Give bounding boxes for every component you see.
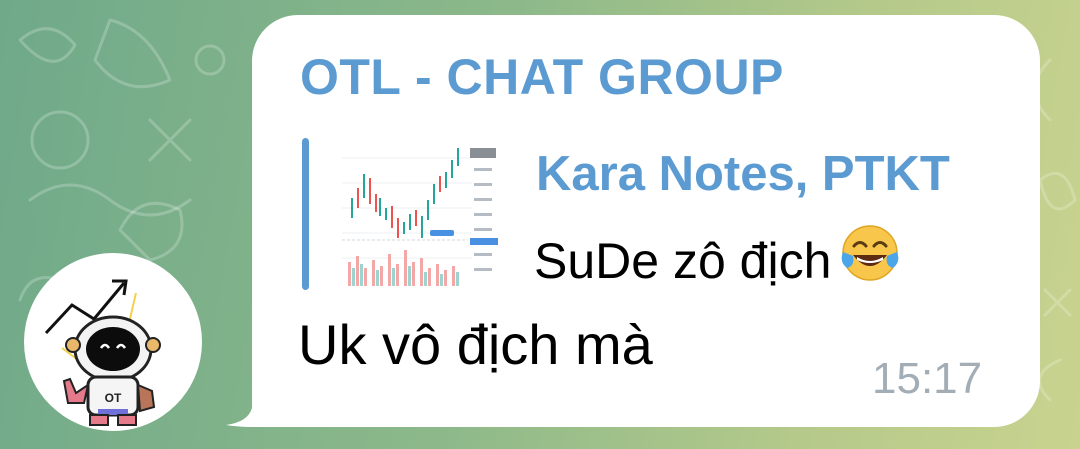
face-with-tears-of-joy-icon [839,222,901,296]
reply-text: SuDe zô địch [534,225,901,302]
reply-preview[interactable]: Kara Notes, PTKT SuDe zô địch [302,138,1022,290]
message-text: Uk vô địch mà [298,313,653,376]
sender-name[interactable]: OTL - CHAT GROUP [300,48,784,106]
sender-avatar[interactable]: OT [24,253,202,431]
reply-author-name: Kara Notes, PTKT [536,147,950,201]
avatar-logo-text: OT [105,391,122,405]
reply-chart-thumbnail [342,138,502,290]
message-time: 15:17 [872,354,983,403]
astronaut-logo: OT [44,279,161,426]
reply-accent-bar [302,138,309,290]
reply-text-content: SuDe zô địch [534,233,832,290]
